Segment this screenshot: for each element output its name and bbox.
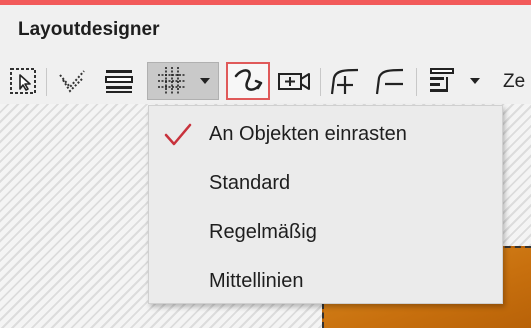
camera-icon <box>277 69 311 93</box>
text-align-button[interactable] <box>421 62 487 100</box>
menu-item-snap-to-objects[interactable]: An Objekten einrasten <box>149 110 502 158</box>
menu-item-label: Standard <box>209 171 291 194</box>
curve-path-icon <box>232 66 264 96</box>
toolbar-overflow-label[interactable]: Ze <box>503 71 525 93</box>
window-title: Layoutdesigner <box>18 19 160 40</box>
toolbar <box>0 60 531 104</box>
selection-tool-button[interactable] <box>6 62 40 100</box>
text-align-icon <box>428 66 456 96</box>
grid-snap-button[interactable] <box>147 62 219 100</box>
menu-item-label: Regelmäßig <box>209 220 317 243</box>
menu-item-label: An Objekten einrasten <box>209 122 407 145</box>
distribute-button[interactable] <box>100 62 138 100</box>
menu-item-standard[interactable]: Standard <box>149 159 502 207</box>
curve-remove-button[interactable] <box>370 62 410 100</box>
check-icon <box>163 122 193 154</box>
curve-add-icon <box>328 66 362 96</box>
stack-lines-icon <box>104 68 134 94</box>
window-accent-bar <box>0 0 531 5</box>
chevron-down-icon[interactable] <box>200 78 210 84</box>
toolbar-separator <box>320 68 321 96</box>
curve-add-button[interactable] <box>325 62 365 100</box>
curve-remove-icon <box>373 66 407 96</box>
toolbar-separator <box>46 68 47 96</box>
toolbar-separator <box>416 68 417 96</box>
menu-item-regular[interactable]: Regelmäßig <box>149 208 502 256</box>
grid-snap-icon <box>156 65 188 97</box>
guide-lines-icon <box>57 67 87 95</box>
chevron-down-icon[interactable] <box>470 78 480 84</box>
menu-item-center-lines[interactable]: Mittellinien <box>149 257 502 305</box>
curve-tool-button[interactable] <box>226 62 270 100</box>
guide-lines-button[interactable] <box>54 62 90 100</box>
snap-dropdown-menu: An Objekten einrasten Standard Regelmäßi… <box>148 105 503 304</box>
selection-arrow-icon <box>9 67 37 95</box>
menu-item-label: Mittellinien <box>209 269 304 292</box>
camera-button[interactable] <box>274 62 314 100</box>
